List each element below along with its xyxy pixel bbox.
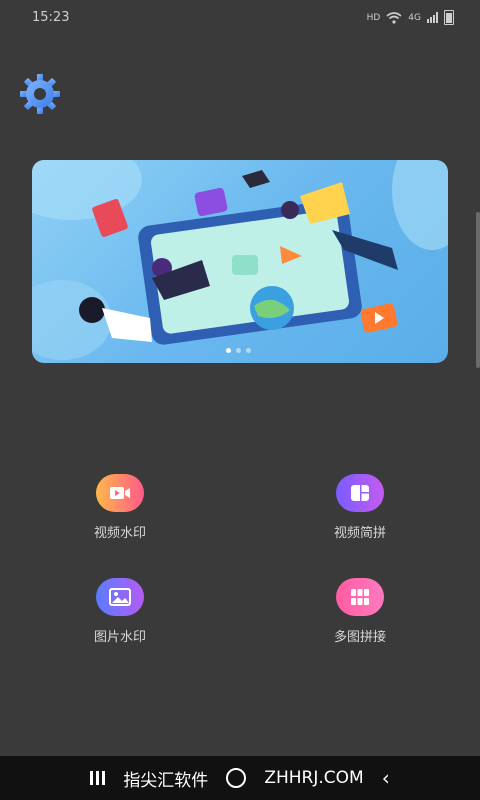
status-icons: HD 4G <box>367 10 454 25</box>
collage-icon[interactable] <box>336 474 384 512</box>
video-icon[interactable] <box>96 474 144 512</box>
banner-page-indicator <box>226 348 251 353</box>
banner-illustration <box>32 160 448 360</box>
feature-multi-image-stitch[interactable]: 多图拼接 <box>290 578 430 645</box>
status-time: 15:23 <box>32 10 70 25</box>
page-dot <box>226 348 231 353</box>
image-icon[interactable] <box>96 578 144 616</box>
page-dot <box>246 348 251 353</box>
grid-icon[interactable] <box>336 578 384 616</box>
gear-icon[interactable] <box>16 70 64 118</box>
scrollbar <box>476 212 480 368</box>
back-icon[interactable]: ‹ <box>382 766 390 790</box>
navigation-bar: 指尖汇软件 ZHHRJ.COM ‹ <box>0 756 480 800</box>
hd-label: HD <box>366 12 381 23</box>
feature-label: 多图拼接 <box>333 630 386 645</box>
feature-image-watermark[interactable]: 图片水印 <box>50 578 190 645</box>
watermark-right: ZHHRJ.COM <box>264 768 364 788</box>
feature-label: 图片水印 <box>93 630 146 645</box>
wifi-icon <box>386 11 402 24</box>
page-dot <box>236 348 241 353</box>
signal-icon <box>427 12 438 23</box>
home-icon[interactable] <box>226 768 247 788</box>
watermark-left: 指尖汇软件 <box>123 770 209 791</box>
recent-apps-icon[interactable] <box>90 771 106 785</box>
status-bar: 15:23 HD 4G <box>0 0 480 34</box>
feature-label: 视频水印 <box>93 526 146 541</box>
promo-banner[interactable] <box>32 160 448 363</box>
feature-video-watermark[interactable]: 视频水印 <box>50 474 190 541</box>
feature-label: 视频简拼 <box>333 526 386 541</box>
battery-icon <box>444 10 454 25</box>
cell-label: 4G <box>408 12 421 23</box>
feature-video-collage[interactable]: 视频简拼 <box>290 474 430 541</box>
